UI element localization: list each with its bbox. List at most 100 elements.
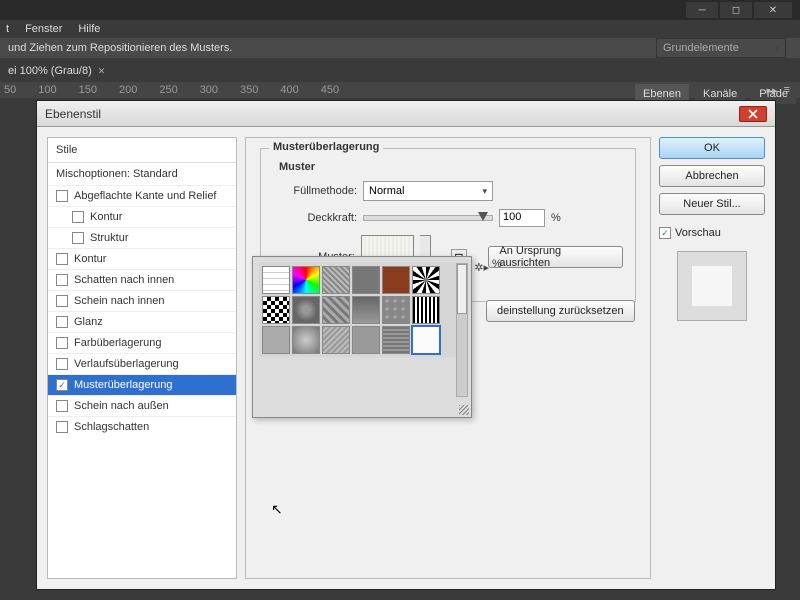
- resize-handle[interactable]: [459, 405, 469, 415]
- pattern-thumb[interactable]: [322, 266, 350, 294]
- pattern-thumb[interactable]: [412, 296, 440, 324]
- workspace-combo[interactable]: Grundelemente▾: [656, 38, 786, 58]
- pattern-thumb[interactable]: [412, 266, 440, 294]
- dialog-close-button[interactable]: [739, 106, 767, 122]
- opacity-unit: %: [551, 212, 561, 224]
- styles-list: Stile Mischoptionen: Standard Abgeflacht…: [47, 137, 237, 579]
- pattern-thumb-selected[interactable]: [412, 326, 440, 354]
- close-icon: [748, 109, 758, 119]
- dialog-titlebar[interactable]: Ebenenstil: [37, 101, 775, 127]
- style-item[interactable]: Verlaufsüberlagerung: [48, 353, 236, 374]
- style-item[interactable]: Kontur: [48, 248, 236, 269]
- pattern-thumb[interactable]: [292, 296, 320, 324]
- cancel-button[interactable]: Abbrechen: [659, 165, 765, 187]
- checkbox-icon[interactable]: [56, 253, 68, 265]
- pattern-thumb[interactable]: [352, 266, 380, 294]
- new-style-button[interactable]: Neuer Stil...: [659, 193, 765, 215]
- style-item-label: Kontur: [90, 211, 122, 223]
- ruler-tick: 250: [159, 84, 177, 96]
- pattern-thumb[interactable]: [292, 326, 320, 354]
- group-title: Muster: [279, 161, 623, 173]
- pattern-thumb[interactable]: [382, 326, 410, 354]
- panel-controls: ▸▸ ≡: [767, 84, 790, 97]
- checkbox-icon[interactable]: [56, 421, 68, 433]
- scrollbar-thumb[interactable]: [457, 264, 467, 314]
- style-item[interactable]: Kontur: [48, 206, 236, 227]
- blend-mode-value: Normal: [369, 185, 404, 197]
- style-item-label: Abgeflachte Kante und Relief: [74, 190, 217, 202]
- ruler-tick: 450: [321, 84, 339, 96]
- document-tab[interactable]: ei 100% (Grau/8) ✕: [0, 62, 113, 80]
- pattern-thumb[interactable]: [262, 296, 290, 324]
- checkbox-icon[interactable]: ✓: [56, 379, 68, 391]
- style-item[interactable]: Glanz: [48, 311, 236, 332]
- ruler-tick: 50: [4, 84, 16, 96]
- style-item-label: Struktur: [90, 232, 129, 244]
- style-item-label: Musterüberlagerung: [74, 379, 172, 391]
- checkbox-icon[interactable]: [56, 400, 68, 412]
- checkbox-icon[interactable]: [56, 274, 68, 286]
- pattern-thumb[interactable]: [352, 296, 380, 324]
- opacity-input[interactable]: 100: [499, 209, 545, 227]
- maximize-button[interactable]: ◻: [720, 2, 752, 18]
- style-item-label: Verlaufsüberlagerung: [74, 358, 179, 370]
- style-item[interactable]: Struktur: [48, 227, 236, 248]
- style-item[interactable]: Schatten nach innen: [48, 269, 236, 290]
- preview-thumbnail: [677, 251, 747, 321]
- pattern-thumb[interactable]: [382, 296, 410, 324]
- picker-scrollbar[interactable]: [456, 263, 468, 397]
- chevron-down-icon: ▾: [482, 186, 487, 197]
- style-item[interactable]: Schein nach außen: [48, 395, 236, 416]
- app-menubar: t Fenster Hilfe: [0, 20, 800, 38]
- pattern-thumb[interactable]: [352, 326, 380, 354]
- blending-options[interactable]: Mischoptionen: Standard: [48, 162, 236, 185]
- style-item-label: Farbüberlagerung: [74, 337, 161, 349]
- snap-origin-button[interactable]: An Ursprung ausrichten: [488, 246, 623, 268]
- preview-label: Vorschau: [675, 227, 721, 239]
- pattern-thumb[interactable]: [382, 266, 410, 294]
- dialog-actions: OK Abbrechen Neuer Stil... ✓ Vorschau: [659, 137, 765, 579]
- minimize-button[interactable]: ─: [686, 2, 718, 18]
- ok-button[interactable]: OK: [659, 137, 765, 159]
- checkbox-icon[interactable]: [56, 337, 68, 349]
- menu-item[interactable]: Fenster: [25, 23, 62, 35]
- style-item[interactable]: Abgeflachte Kante und Relief: [48, 185, 236, 206]
- style-item[interactable]: ✓ Musterüberlagerung: [48, 374, 236, 395]
- pattern-thumb[interactable]: [262, 326, 290, 354]
- style-item-label: Kontur: [74, 253, 106, 265]
- gear-icon[interactable]: ✲▸: [474, 261, 489, 274]
- checkbox-icon[interactable]: [56, 190, 68, 202]
- close-button[interactable]: ✕: [754, 2, 792, 18]
- checkbox-icon[interactable]: [56, 316, 68, 328]
- blend-mode-select[interactable]: Normal ▾: [363, 181, 493, 201]
- style-item[interactable]: Farbüberlagerung: [48, 332, 236, 353]
- style-item-label: Schatten nach innen: [74, 274, 174, 286]
- style-item-label: Schlagschatten: [74, 421, 149, 433]
- collapse-icon[interactable]: ▸▸: [767, 84, 778, 97]
- reset-default-button[interactable]: deinstellung zurücksetzen: [486, 300, 635, 322]
- style-item-label: Schein nach außen: [74, 400, 169, 412]
- style-item-label: Schein nach innen: [74, 295, 165, 307]
- style-item[interactable]: Schlagschatten: [48, 416, 236, 437]
- style-item[interactable]: Schein nach innen: [48, 290, 236, 311]
- checkbox-icon[interactable]: [72, 232, 84, 244]
- preview-checkbox[interactable]: ✓ Vorschau: [659, 227, 765, 239]
- opacity-slider[interactable]: [363, 215, 493, 221]
- pattern-thumb[interactable]: [322, 296, 350, 324]
- styles-heading[interactable]: Stile: [48, 138, 236, 162]
- pattern-thumb[interactable]: [322, 326, 350, 354]
- slider-thumb[interactable]: [478, 212, 488, 221]
- panel-menu-icon[interactable]: ≡: [784, 84, 790, 97]
- scale-unit: %: [492, 258, 502, 270]
- checkbox-icon[interactable]: [56, 295, 68, 307]
- pattern-thumb[interactable]: [262, 266, 290, 294]
- blend-mode-label: Füllmethode:: [273, 185, 357, 197]
- close-icon[interactable]: ✕: [98, 66, 106, 77]
- app-titlebar: ─ ◻ ✕: [0, 0, 800, 20]
- pattern-thumb[interactable]: [292, 266, 320, 294]
- dialog-title: Ebenenstil: [45, 107, 101, 121]
- checkbox-icon[interactable]: [56, 358, 68, 370]
- menu-item[interactable]: Hilfe: [78, 23, 100, 35]
- checkbox-icon[interactable]: [72, 211, 84, 223]
- menu-item[interactable]: t: [6, 23, 9, 35]
